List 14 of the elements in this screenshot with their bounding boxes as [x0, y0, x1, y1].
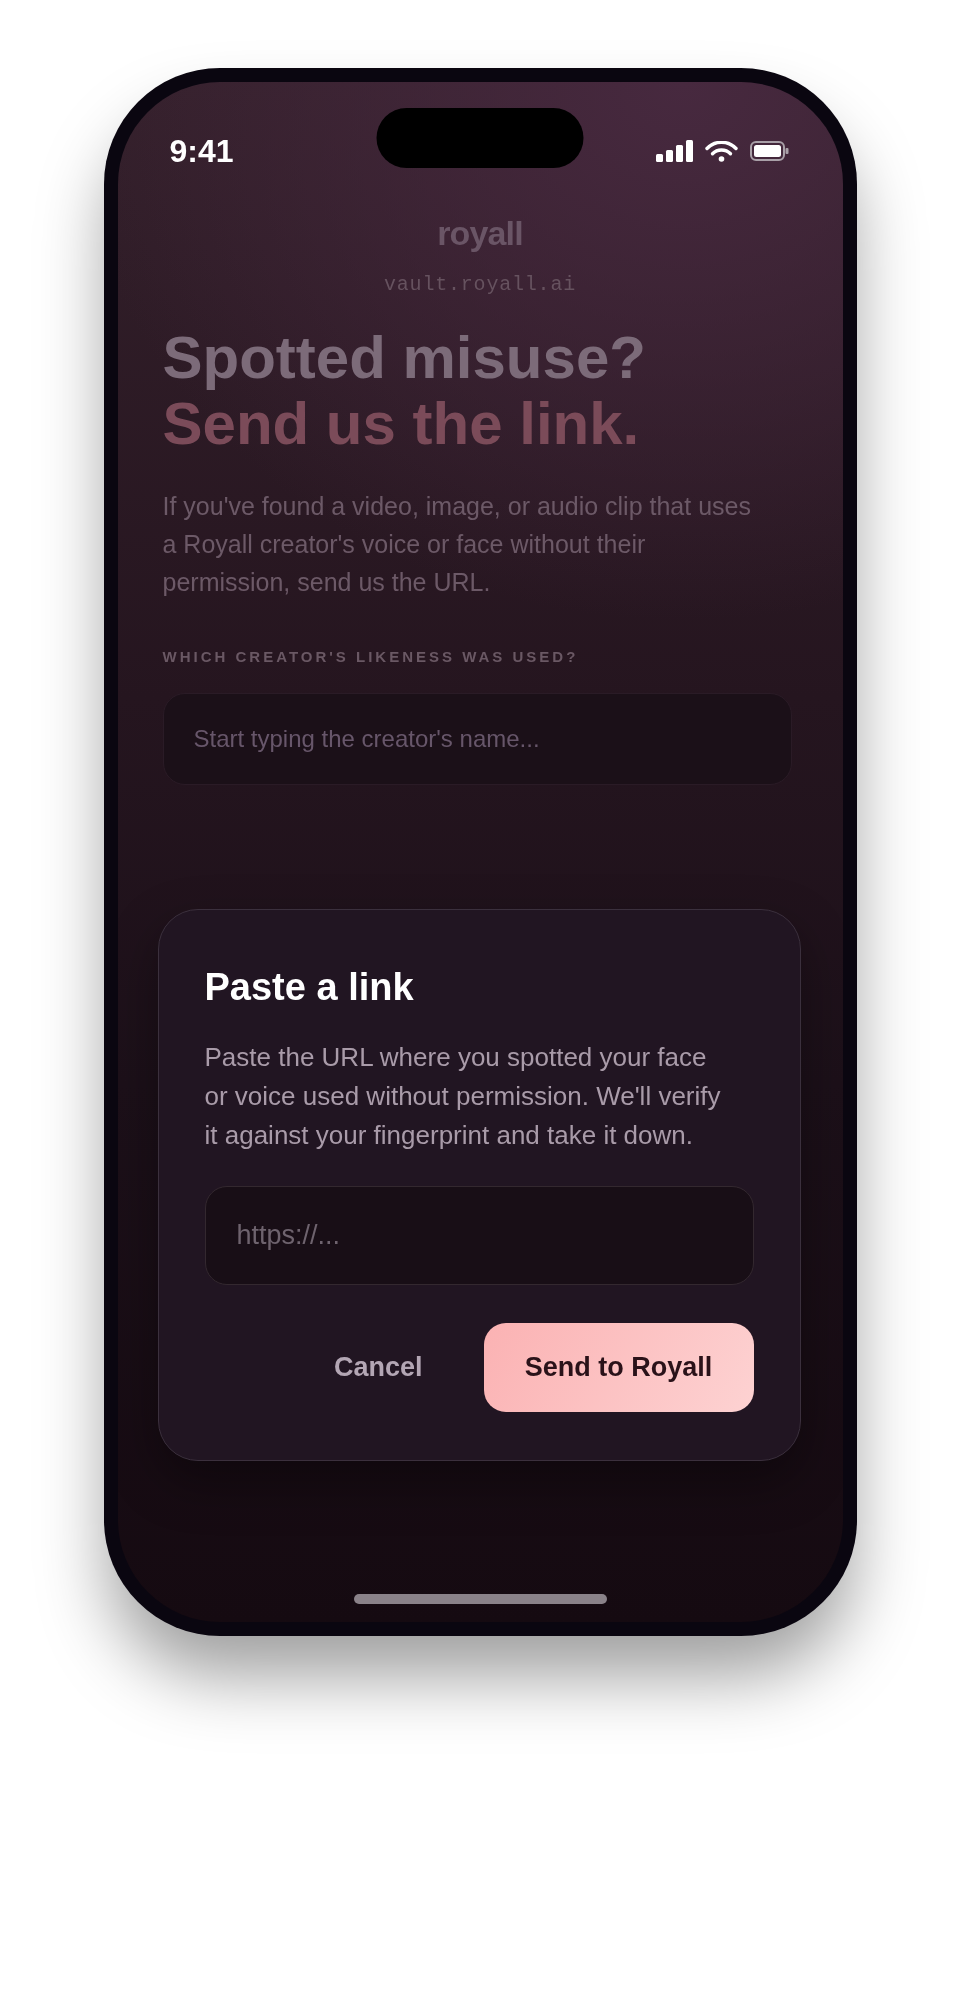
- battery-icon: [749, 141, 789, 161]
- status-time: 9:41: [169, 135, 234, 167]
- cancel-button[interactable]: Cancel: [305, 1323, 451, 1412]
- creator-search-field[interactable]: Start typing the creator's name...: [162, 693, 792, 785]
- intro-paragraph: If you've found a video, image, or audio clip that uses a Royall creator's voice or face without their permission, send us the URL.: [162, 491, 752, 598]
- headline-text: Spotted misuse?: [162, 325, 647, 391]
- wifi-icon: [704, 140, 738, 162]
- dialog-description: Paste the URL where you spotted your face or voice used without permission. We'll verify it against your fingerprint and take it down.: [204, 1041, 722, 1152]
- field-label: WHICH CREATOR'S LIKENESS WAS USED?: [162, 647, 580, 667]
- url-input-field[interactable]: https://...: [204, 1186, 754, 1285]
- send-button[interactable]: Send to Royall: [483, 1323, 754, 1412]
- headline-accent-text: Send us the link.: [162, 391, 641, 457]
- dialog-title: Paste a link: [204, 965, 415, 1010]
- signal-icon: [655, 140, 693, 162]
